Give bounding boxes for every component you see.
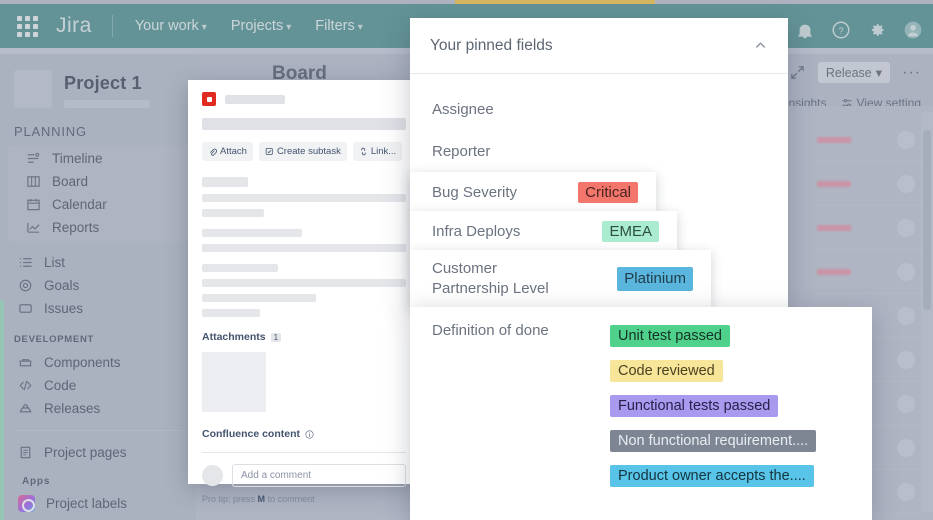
issue-action-buttons: Attach Create subtask Link... Enhanced (188, 130, 463, 161)
dod-chip[interactable]: Unit test passed (610, 325, 730, 347)
attachments-count: 1 (270, 332, 282, 342)
create-subtask-label: Create subtask (276, 146, 341, 157)
issue-header (188, 80, 420, 106)
attach-label: Attach (220, 146, 247, 157)
pinned-card-label: Bug Severity (432, 183, 518, 201)
link-button[interactable]: Link... (352, 142, 403, 161)
pinned-row-assignee[interactable]: Assignee (410, 88, 788, 130)
chevron-up-icon[interactable] (753, 38, 768, 53)
avatar (202, 465, 223, 486)
pinned-row-label: Assignee (432, 100, 494, 118)
pinned-card-bug-severity[interactable]: Bug Severity Critical (410, 172, 656, 212)
definition-of-done-label: Definition of done (432, 322, 549, 339)
issue-body: Attachments 1 Confluence content (188, 161, 420, 440)
link-label: Link... (370, 146, 397, 157)
dod-chip[interactable]: Functional tests passed (610, 395, 779, 417)
skeleton-line (202, 229, 302, 237)
bug-type-icon (202, 92, 216, 106)
pro-tip-suffix: to comment (267, 494, 315, 504)
skeleton-line (202, 309, 260, 317)
confluence-heading: Confluence content (202, 428, 406, 440)
skeleton-line (202, 264, 278, 272)
create-subtask-button[interactable]: Create subtask (258, 142, 347, 161)
issue-title-placeholder (202, 118, 406, 130)
pinned-fields-header[interactable]: Your pinned fields (410, 18, 788, 74)
paperclip-icon (209, 148, 217, 156)
skeleton-line (202, 279, 406, 287)
pinned-row-reporter[interactable]: Reporter (410, 130, 788, 172)
link-icon (361, 147, 366, 156)
subtask-icon (265, 148, 273, 155)
skeleton-line (202, 209, 264, 217)
issue-detail-modal: Attach Create subtask Link... Enhanced A… (188, 80, 463, 504)
attachment-thumbnail[interactable] (202, 352, 266, 412)
pinned-fields-title: Your pinned fields (430, 36, 553, 54)
confluence-label: Confluence content (202, 428, 301, 440)
skeleton-line (202, 177, 248, 187)
definition-of-done-panel: Definition of done Unit test passed Code… (410, 307, 872, 520)
attachments-heading: Attachments 1 (202, 331, 406, 343)
skeleton-line (202, 294, 316, 302)
comment-input[interactable]: Add a comment (232, 464, 406, 487)
attachments-label: Attachments (202, 331, 266, 343)
status-badge: EMEA (602, 220, 659, 242)
issue-key-placeholder (225, 94, 285, 104)
pro-tip-prefix: Pro tip: press (202, 494, 256, 504)
definition-of-done-chips: Unit test passed Code reviewed Functiona… (610, 325, 817, 487)
dod-chip[interactable]: Product owner accepts the.... (610, 465, 814, 487)
skeleton-line (202, 244, 406, 252)
skeleton-line (202, 194, 406, 202)
status-badge: Critical (578, 181, 638, 203)
pinned-card-customer-partnership-level[interactable]: Customer Partnership Level Platinium (410, 250, 711, 308)
attach-button[interactable]: Attach (202, 142, 253, 161)
pinned-row-label: Reporter (432, 142, 491, 160)
dod-chip[interactable]: Non functional requirement.... (610, 430, 817, 452)
status-badge: Platinium (617, 266, 693, 292)
comment-composer: Add a comment (188, 453, 420, 487)
pro-tip: Pro tip: press M to comment (188, 487, 420, 504)
pro-tip-key: M (257, 494, 266, 504)
pinned-card-infra-deploys[interactable]: Infra Deploys EMEA (410, 211, 677, 251)
info-icon[interactable] (305, 429, 314, 439)
pinned-card-label: Customer Partnership Level (432, 259, 549, 297)
dod-chip[interactable]: Code reviewed (610, 360, 723, 382)
pinned-card-label: Infra Deploys (432, 222, 521, 240)
